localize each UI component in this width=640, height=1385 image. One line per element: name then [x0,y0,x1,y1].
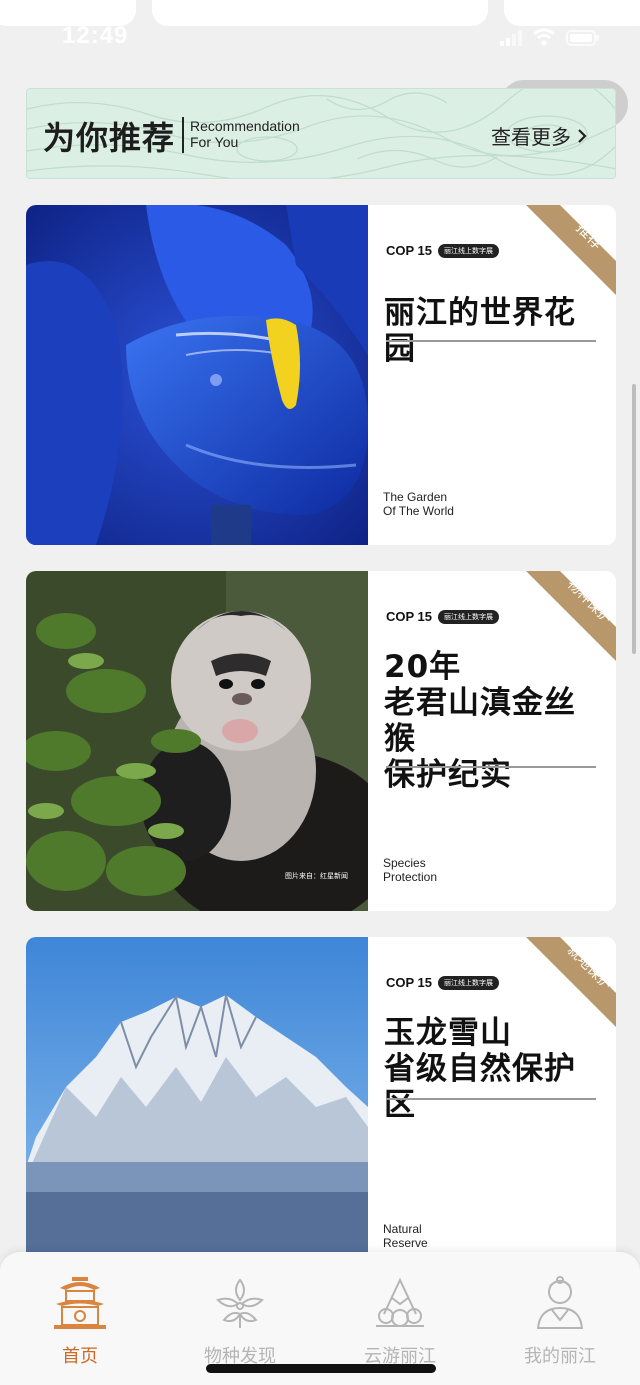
tab-my-lijiang-label: 我的丽江 [524,1346,596,1367]
ribbon-badge: 就地保护 [526,937,616,1027]
view-more-link[interactable]: 查看更多 [491,121,587,150]
cop-label: COP 15 [386,609,433,624]
exhibit-tag: 丽江线上数字展 [438,243,500,258]
tab-my-lijiang[interactable]: 我的丽江 [500,1274,620,1368]
article-card-monkey[interactable]: 图片来自：红星新闻 COP 15 丽江线上数字展 20年 老君山滇金丝猴 保护纪… [26,571,616,911]
title-underline [386,766,596,768]
flower-icon [216,1278,264,1328]
tab-home[interactable]: 首页 [20,1274,140,1368]
home-indicator[interactable] [206,1364,436,1373]
card-title: 丽江的世界花园 [384,295,576,367]
exhibit-tag: 丽江线上数字展 [438,975,500,990]
status-icons [500,28,600,46]
banner-title: 为你推荐 [43,119,176,157]
banner-subtitle: Recommendation For You [190,118,300,150]
status-bar: 12:49 [0,0,640,74]
ribbon-badge: 物种保护 [526,571,616,661]
ribbon-badge: 推荐 [526,205,616,295]
image-credit: 图片来自：红星新闻 [285,872,348,880]
cop-tag: COP 15 丽江线上数字展 [386,243,500,258]
tab-home-label: 首页 [62,1346,98,1367]
cop-label: COP 15 [386,243,433,258]
jade-dragon-snow-mountain-image [26,937,368,1277]
cop-label: COP 15 [386,975,433,990]
card-subtitle-en: Natural Reserve [383,1222,428,1250]
exhibit-tag: 丽江线上数字展 [438,609,500,624]
article-card-garden[interactable]: COP 15 丽江线上数字展 丽江的世界花园 The Garden Of The… [26,205,616,545]
banner-subtitle-line2: For You [190,134,239,150]
recommend-banner: 为你推荐 Recommendation For You 查看更多 [26,88,616,179]
banner-subtitle-line1: Recommendation [190,118,300,134]
article-card-snow-mountain[interactable]: COP 15 丽江线上数字展 玉龙雪山 省级自然保护区 Natural Rese… [26,937,616,1277]
snub-nosed-monkey-image: 图片来自：红星新闻 [26,571,368,911]
cop-tag: COP 15 丽江线上数字展 [386,609,500,624]
cop-tag: COP 15 丽江线上数字展 [386,975,500,990]
scroll-indicator[interactable] [632,384,636,654]
title-underline [386,340,596,342]
card-title: 玉龙雪山 省级自然保护区 [384,1015,576,1123]
banner-divider [182,117,184,153]
wifi-icon [533,28,555,46]
title-underline [386,1098,596,1100]
card-subtitle-en: The Garden Of The World [383,490,454,518]
card-title: 20年 老君山滇金丝猴 保护纪实 [384,649,576,793]
tab-tour[interactable]: 云游丽江 [340,1274,460,1368]
view-more-label: 查看更多 [491,125,571,149]
tab-species[interactable]: 物种发现 [180,1274,300,1368]
top-tab-right[interactable] [504,0,640,26]
person-icon [536,1276,584,1329]
cloud-mountain-icon [376,1277,424,1327]
status-time: 12:49 [62,22,129,49]
chevron-right-icon [578,128,587,143]
top-tab-center[interactable] [152,0,488,26]
card-subtitle-en: Species Protection [383,856,438,884]
signal-icon [500,30,522,46]
iris-flower-image [26,205,368,545]
pavilion-icon [54,1277,106,1329]
battery-icon [566,30,599,46]
